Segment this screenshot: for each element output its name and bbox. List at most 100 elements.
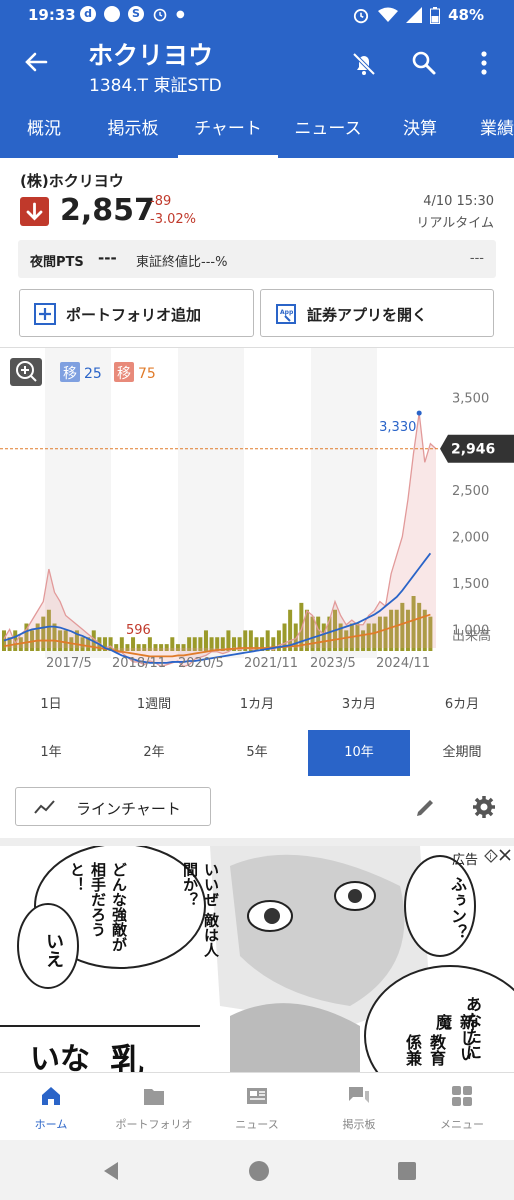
pts-label: 夜間PTS: [30, 255, 84, 270]
status-bar: 19:33 d S ● 48%: [0, 0, 514, 30]
period-selector: 1日 1週間 1カ月 3カ月 6カ月 1年 2年 5年 10年 全期間: [0, 680, 514, 780]
pts-right-value: ---: [469, 251, 484, 266]
chat-icon: [349, 1087, 369, 1103]
ad-label: 広告: [451, 853, 478, 868]
nav-home[interactable]: ホーム: [0, 1073, 102, 1141]
current-price: 2,857: [60, 193, 155, 228]
search-icon[interactable]: [410, 49, 438, 77]
period-6m[interactable]: 6カ月: [411, 682, 513, 728]
svg-text:i: i: [490, 852, 492, 861]
open-securities-app-button[interactable]: App 証券アプリを開く: [260, 289, 494, 337]
system-back-icon[interactable]: [100, 1160, 122, 1182]
folder-icon: [144, 1089, 164, 1105]
y-tick-label: 1,500: [452, 577, 489, 592]
period-1y[interactable]: 1年: [0, 730, 102, 776]
wifi-icon: [378, 7, 399, 22]
high-point: [416, 410, 422, 416]
period-10y[interactable]: 10年: [308, 730, 410, 776]
portfolio-add-button[interactable]: ポートフォリオ追加: [19, 289, 254, 337]
news-icon: [247, 1088, 267, 1104]
tab-news[interactable]: ニュース: [278, 104, 378, 158]
ad-close-icon[interactable]: [498, 847, 512, 863]
nav-board[interactable]: 掲示板: [308, 1073, 410, 1141]
system-navigation-bar: [0, 1140, 514, 1200]
signal-icon: [406, 7, 423, 23]
volume-bar: [203, 630, 208, 651]
price-change: -89: [150, 194, 172, 209]
stock-code-market: 1384.T 東証STD: [89, 76, 222, 96]
tab-earnings[interactable]: 決算: [378, 104, 462, 158]
period-all[interactable]: 全期間: [411, 730, 513, 776]
period-3m[interactable]: 3カ月: [308, 682, 410, 728]
nav-portfolio-label: ポートフォリオ: [115, 1118, 193, 1131]
high-label: 3,330: [379, 420, 416, 435]
pts-close-diff: 東証終値比---%: [136, 255, 228, 270]
app-header: ホクリヨウ 1384.T 東証STD: [0, 30, 514, 104]
tab-overview[interactable]: 概況: [0, 104, 88, 158]
gear-icon[interactable]: [472, 795, 496, 819]
x-tick-label: 2017/5: [46, 656, 92, 671]
manga-text-1: ふぅン？: [448, 876, 467, 940]
chart-type-button[interactable]: ラインチャート: [15, 787, 211, 826]
legend-name: 移: [63, 366, 77, 382]
period-2y[interactable]: 2年: [103, 730, 205, 776]
status-time: 19:33: [28, 6, 76, 24]
down-arrow-badge: [20, 197, 49, 226]
system-home-icon[interactable]: [248, 1160, 270, 1182]
bell-off-icon[interactable]: [350, 50, 378, 78]
period-5y[interactable]: 5年: [206, 730, 308, 776]
more-vert-icon[interactable]: [474, 49, 494, 77]
y-tick-label: 2,500: [452, 484, 489, 499]
nav-home-label: ホーム: [34, 1118, 68, 1131]
manga-text-8: いな: [30, 1042, 90, 1072]
night-pts-box: 夜間PTS --- 東証終値比---% ---: [18, 240, 496, 278]
chart-band: [178, 348, 244, 658]
bottom-navigation: ホーム ポートフォリオ ニュース 掲示板 メニュー: [0, 1072, 514, 1140]
nav-portfolio[interactable]: ポートフォリオ: [103, 1073, 205, 1141]
period-1m[interactable]: 1カ月: [206, 682, 308, 728]
nav-news-label: ニュース: [235, 1118, 279, 1131]
nav-news[interactable]: ニュース: [206, 1073, 308, 1141]
status-system-icons: 48%: [352, 6, 484, 24]
manga-text-4: いえ: [43, 932, 64, 968]
stock-chart[interactable]: 3,5003,0002,5002,0001,5001,000出来高2,9463,…: [0, 347, 514, 680]
manga-text-9: 乳: [110, 1042, 144, 1072]
nav-menu[interactable]: メニュー: [411, 1073, 513, 1141]
current-price-label: 2,946: [451, 442, 495, 458]
chart-svg: 3,5003,0002,5002,0001,5001,000出来高2,9463,…: [0, 348, 514, 671]
low-label: 596: [126, 623, 151, 638]
info-icon[interactable]: i: [484, 849, 498, 863]
ad-separator: [0, 838, 514, 846]
ad-banner[interactable]: ふぅン？ いいぜ 敵は人間か？ どんな強敵が 相手だろうと！ いえ あなたに 新…: [0, 846, 514, 1072]
system-recents-icon[interactable]: [397, 1161, 417, 1181]
chart-type-label: ラインチャート: [76, 800, 181, 818]
alarm-icon: [354, 9, 369, 24]
period-1w[interactable]: 1週間: [103, 682, 205, 728]
legend-period: 25: [84, 366, 102, 382]
stock-title: ホクリヨウ: [88, 41, 214, 70]
s-icon: S: [128, 6, 144, 22]
nav-board-label: 掲示板: [342, 1118, 376, 1131]
volume-label: 出来高: [452, 628, 491, 644]
app-open-icon: App: [276, 304, 296, 324]
arrow-down-icon: [26, 202, 43, 221]
quote-timestamp: 4/10 15:30: [423, 194, 494, 209]
tab-bar: 概況 掲示板 チャート ニュース 決算 業績: [0, 104, 514, 158]
svg-text:App: App: [280, 309, 294, 316]
pencil-icon[interactable]: [414, 795, 438, 819]
price-change-percent: -3.02%: [150, 212, 196, 227]
tab-performance[interactable]: 業績: [480, 104, 514, 158]
open-app-label: 証券アプリを開く: [307, 306, 428, 324]
period-1d[interactable]: 1日: [0, 682, 102, 728]
app-notification-icon: [104, 6, 120, 22]
legend-period: 75: [138, 366, 156, 382]
tab-chart[interactable]: チャート: [178, 104, 278, 158]
manga-text-7: 教育係兼: [403, 1034, 446, 1066]
legend-name: 移: [117, 366, 131, 382]
tab-board[interactable]: 掲示板: [88, 104, 178, 158]
portfolio-add-label: ポートフォリオ追加: [66, 306, 202, 324]
x-tick-label: 2018/11: [112, 656, 166, 671]
back-arrow-icon[interactable]: [22, 48, 50, 76]
docomo-icon: d: [80, 6, 96, 22]
line-chart-icon: [34, 800, 55, 814]
